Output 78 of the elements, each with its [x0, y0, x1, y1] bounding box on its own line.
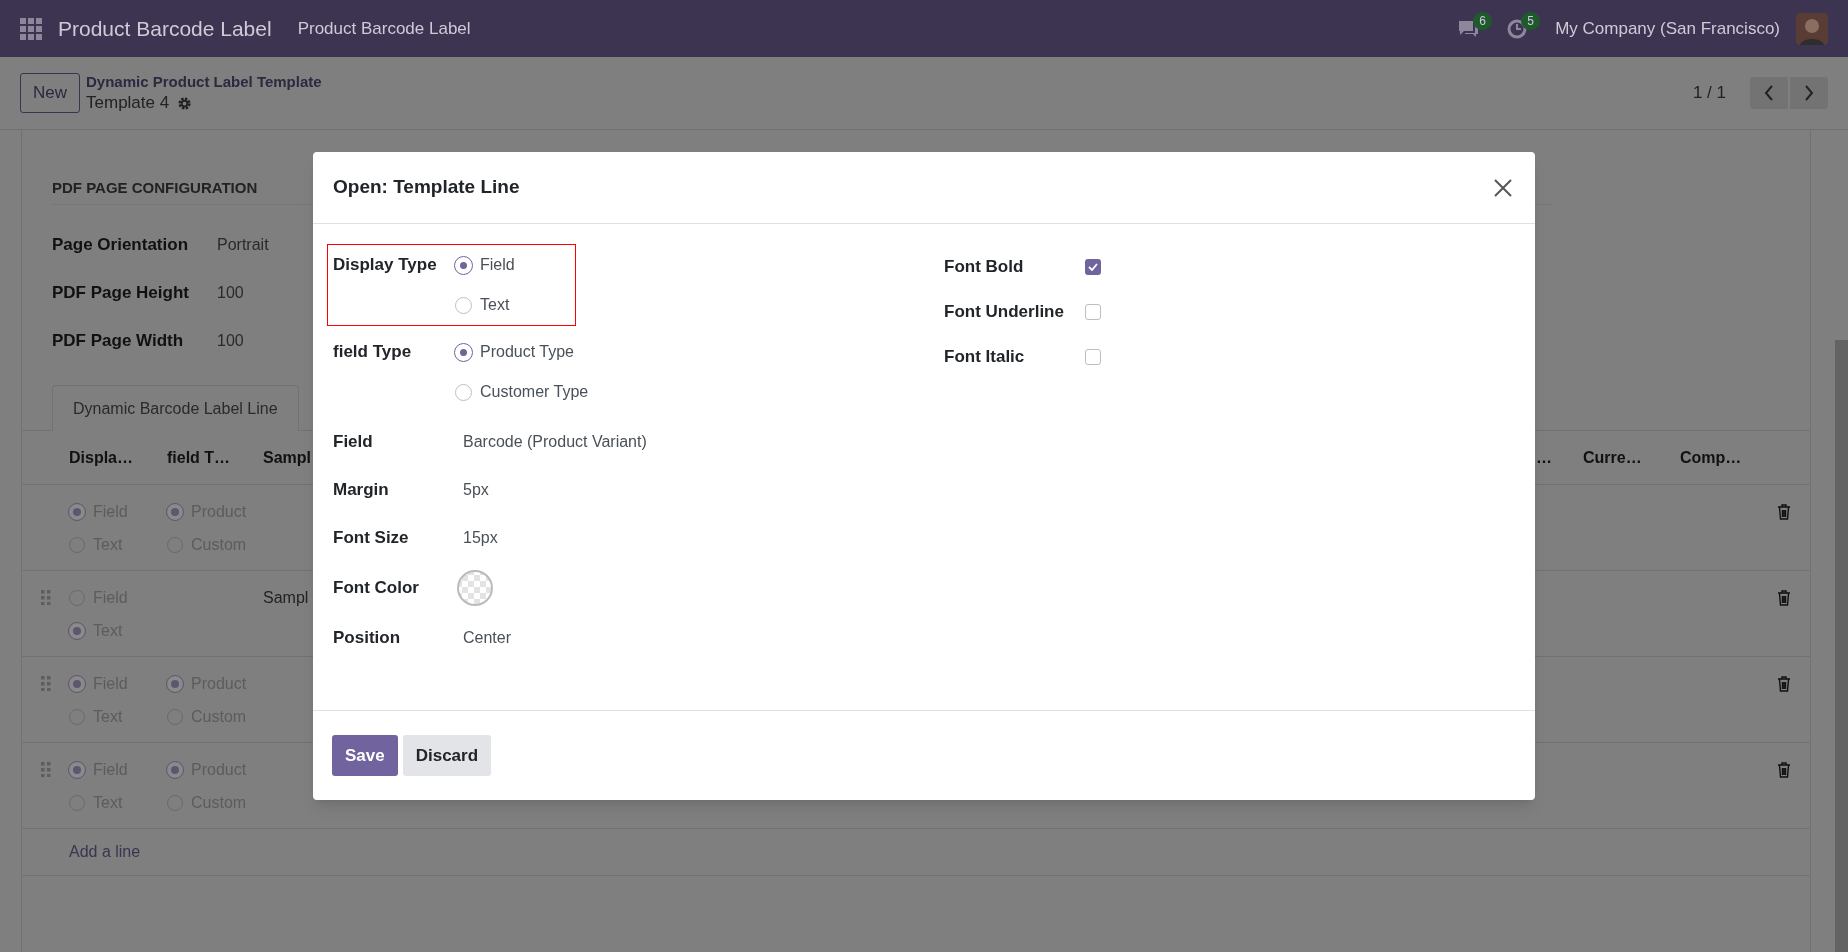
field-value: Barcode (Product Variant) — [463, 432, 647, 452]
tab[interactable]: Dynamic Barcode Label Line — [52, 385, 299, 431]
column-header[interactable]: … — [1536, 445, 1583, 470]
pager-value: 1 / 1 — [1692, 82, 1726, 105]
field-label: Margin — [333, 479, 390, 501]
company-switcher[interactable]: My Company (San Francisco) — [1555, 15, 1780, 42]
message-count-badge: 6 — [1473, 11, 1492, 30]
field-label: PDF Page Width — [52, 330, 185, 353]
field-label: Position — [333, 627, 402, 649]
app-name[interactable]: Product Barcode Label — [58, 12, 272, 45]
chevron-right-icon — [1804, 85, 1814, 101]
field-value: 100 — [217, 283, 244, 303]
field-value: Portrait — [217, 235, 269, 255]
field-value: Center — [463, 628, 512, 648]
chevron-left-icon — [1764, 85, 1774, 101]
field-label: Font Bold — [944, 255, 1025, 278]
scrollbar-thumb[interactable] — [1835, 340, 1848, 952]
field-label: field Type — [333, 341, 413, 363]
column-header[interactable]: Displa… — [69, 445, 167, 470]
column-header[interactable]: Comp… — [1680, 445, 1777, 470]
field-label: Font Italic — [944, 345, 1026, 368]
radio-button[interactable] — [69, 675, 85, 692]
record-name: Template 4 — [86, 92, 170, 114]
trash-icon[interactable] — [1777, 503, 1791, 520]
checkbox[interactable] — [1085, 303, 1101, 320]
trash-icon[interactable] — [1777, 589, 1791, 606]
field-value: 100 — [217, 331, 244, 351]
discard-button[interactable]: Discard — [402, 735, 492, 776]
field-label: Font Underline — [944, 300, 1065, 323]
radio-label: Product Type — [480, 342, 574, 362]
column-header[interactable]: Curre… — [1583, 445, 1680, 470]
activity-count-badge: 5 — [1521, 11, 1540, 30]
trash-icon[interactable] — [1777, 675, 1791, 692]
radio-button[interactable] — [167, 503, 183, 520]
field-value: 5px — [463, 480, 489, 500]
avatar-icon[interactable] — [1796, 12, 1828, 45]
gear-icon[interactable] — [177, 95, 193, 111]
breadcrumb-link[interactable]: Dynamic Product Label Template — [86, 72, 322, 92]
field-label: Page Orientation — [52, 234, 190, 257]
field-label: Display Type — [333, 254, 438, 276]
radio-button[interactable] — [167, 675, 183, 692]
field-label: Font Size — [333, 527, 410, 549]
previous-button[interactable] — [1750, 77, 1788, 109]
field-label: Font Color — [333, 577, 420, 599]
field-value: 15px — [463, 528, 498, 548]
new-button[interactable]: New — [20, 73, 80, 113]
drag-handle-icon[interactable] — [40, 676, 51, 691]
drag-handle-icon[interactable] — [40, 762, 51, 777]
field-label: Field — [333, 431, 374, 453]
trash-icon[interactable] — [1777, 761, 1791, 778]
color-swatch[interactable] — [456, 569, 494, 607]
radio-label: Customer Type — [480, 382, 589, 402]
radio-button[interactable] — [167, 761, 183, 778]
chat-icon[interactable] — [1457, 18, 1480, 39]
radio-label: Field — [480, 255, 515, 275]
close-icon — [1493, 177, 1513, 198]
section-title: PDF PAGE CONFIGURATION — [52, 179, 258, 196]
clock-icon[interactable] — [1507, 18, 1528, 39]
save-button[interactable]: Save — [332, 735, 398, 776]
checkbox[interactable] — [1085, 348, 1101, 365]
field-label: PDF Page Height — [52, 282, 190, 305]
dialog-title: Open: Template Line — [333, 175, 520, 200]
radio-button[interactable] — [455, 383, 472, 401]
column-header[interactable]: Sampl — [263, 445, 311, 470]
drag-handle-icon[interactable] — [40, 590, 51, 605]
radio-button[interactable] — [69, 761, 85, 778]
menu-item[interactable]: Product Barcode Label — [297, 15, 471, 42]
column-header[interactable]: field T… — [167, 445, 263, 470]
check-icon — [1088, 262, 1098, 271]
radio-button[interactable] — [69, 622, 85, 639]
next-button[interactable] — [1790, 77, 1828, 109]
checkbox[interactable] — [1085, 258, 1101, 275]
add-line-link[interactable]: Add a line — [69, 840, 141, 864]
apps-grid-icon[interactable] — [20, 17, 42, 40]
radio-button[interactable] — [69, 503, 85, 520]
radio-button[interactable] — [455, 296, 472, 314]
radio-label: Text — [480, 295, 510, 315]
table-cell-text: Sampl — [263, 587, 309, 608]
